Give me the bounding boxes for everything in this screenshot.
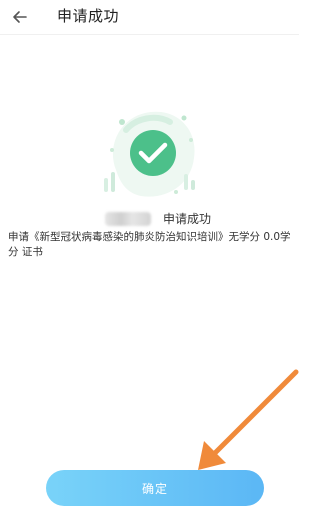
- blurred-username: [105, 212, 151, 226]
- application-description: 申请《新型冠状病毒感染的肺炎防治知识培训》无学分 0.0学 分 证书: [8, 230, 298, 260]
- confirm-button-label: 确定: [141, 481, 168, 496]
- confirm-button[interactable]: 确定: [46, 470, 264, 506]
- arrow-pointer-icon: [198, 369, 299, 470]
- description-line-2: 分 证书: [8, 246, 43, 258]
- status-text: 申请成功: [163, 212, 212, 226]
- back-button[interactable]: [6, 3, 34, 31]
- arrow-left-icon: [13, 11, 27, 23]
- status-row: 申请成功: [0, 210, 299, 228]
- app-header: 申请成功: [0, 0, 299, 35]
- check-circle-icon: [130, 130, 176, 176]
- description-line-1: 申请《新型冠状病毒感染的肺炎防治知识培训》无学分 0.0学: [8, 231, 291, 243]
- page-title: 申请成功: [57, 7, 120, 25]
- success-illustration: [104, 111, 195, 197]
